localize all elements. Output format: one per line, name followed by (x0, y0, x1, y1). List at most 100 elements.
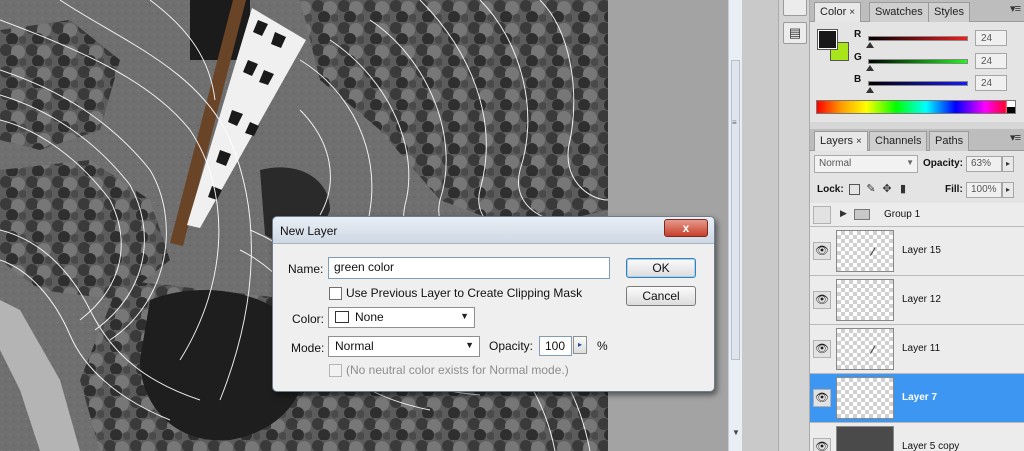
panel-menu-icon[interactable]: ▾≡ (1010, 131, 1021, 144)
opacity-unit: % (597, 339, 608, 353)
layer-opacity-field[interactable]: 63% (966, 156, 1002, 172)
clipping-mask-checkbox[interactable] (329, 287, 342, 300)
layer-row-selected[interactable]: 👁 Layer 7 (810, 374, 1024, 423)
right-panels: Color × Swatches Styles ▾≡ R 24 G 24 B 24 (810, 0, 1024, 451)
color-label: Color: (292, 312, 325, 326)
panel-icon-dock: ▤ (778, 0, 810, 451)
color-panel: R 24 G 24 B 24 (810, 22, 1024, 122)
eye-icon[interactable]: 👁 (813, 389, 831, 407)
layer-row[interactable]: 👁 Layer 5 copy (810, 423, 1024, 451)
red-value-field[interactable]: 24 (975, 30, 1007, 46)
visibility-toggle[interactable] (813, 206, 831, 224)
layer-group-row[interactable]: ▶ Group 1 (810, 203, 1024, 227)
scroll-down-arrow-icon[interactable]: ▼ (732, 428, 740, 437)
red-slider-row: R 24 (854, 29, 1024, 49)
black-swatch[interactable] (1007, 107, 1015, 113)
layer-name-input[interactable]: green color (328, 257, 610, 279)
eye-icon[interactable]: 👁 (813, 438, 831, 451)
blend-mode-select[interactable]: Normal ▼ (814, 155, 918, 173)
cancel-button[interactable]: Cancel (626, 286, 696, 306)
layer-name: Layer 11 (902, 343, 941, 354)
vertical-scrollbar[interactable]: ≡ ▼ (728, 0, 742, 451)
stroke-mark-icon: / (869, 342, 877, 358)
chevron-down-icon: ▼ (465, 340, 474, 350)
tab-styles[interactable]: Styles (928, 2, 970, 22)
group-name: Group 1 (884, 209, 921, 220)
mode-label: Mode: (291, 341, 325, 355)
color-spectrum-bar[interactable] (816, 100, 1016, 114)
dialog-title: New Layer (280, 224, 338, 238)
dock-tool-icon[interactable] (783, 0, 807, 16)
red-slider-knob[interactable] (866, 42, 874, 48)
red-label: R (854, 29, 862, 40)
eye-icon[interactable]: 👁 (813, 242, 831, 260)
color-chip-icon (335, 311, 349, 323)
layer-thumbnail (836, 279, 894, 321)
neutral-color-checkbox[interactable] (329, 364, 342, 377)
close-icon[interactable]: × (849, 7, 855, 18)
green-slider-track[interactable] (868, 59, 968, 64)
layer-row[interactable]: 👁 / Layer 15 (810, 227, 1024, 276)
stroke-mark-icon: / (869, 244, 877, 260)
fill-field[interactable]: 100% (966, 182, 1002, 198)
layer-name: Layer 7 (902, 392, 938, 403)
folder-icon (854, 209, 870, 220)
layer-row[interactable]: 👁 / Layer 11 (810, 325, 1024, 374)
tab-layers[interactable]: Layers × (814, 131, 868, 151)
color-panel-tabs: Color × Swatches Styles ▾≡ (810, 0, 1024, 22)
layer-name: Layer 12 (902, 294, 941, 305)
lock-label: Lock: (817, 184, 844, 195)
new-layer-dialog: New Layer x Name: green color OK Cancel … (272, 216, 715, 392)
name-label: Name: (288, 262, 324, 276)
dialog-title-bar[interactable]: New Layer x (273, 217, 714, 244)
color-select[interactable]: None ▼ (328, 307, 475, 328)
clipping-mask-label: Use Previous Layer to Create Clipping Ma… (346, 286, 583, 300)
layer-thumbnail (836, 426, 894, 451)
tab-color-label: Color (820, 6, 847, 18)
blue-slider-track[interactable] (868, 81, 968, 86)
green-slider-knob[interactable] (866, 65, 874, 71)
opacity-arrow-icon[interactable]: ▸ (573, 336, 587, 354)
tab-color[interactable]: Color × (814, 2, 862, 22)
dialog-close-button[interactable]: x (664, 219, 708, 237)
layer-name: Layer 15 (902, 245, 941, 256)
green-label: G (854, 52, 862, 63)
expand-arrow-icon[interactable]: ▶ (840, 208, 847, 219)
blue-value-field[interactable]: 24 (975, 75, 1007, 91)
dialog-opacity-input[interactable]: 100 (539, 336, 572, 356)
blend-mode-value: Normal (819, 158, 852, 169)
green-slider-row: G 24 (854, 52, 1024, 72)
layer-opacity-arrow-icon[interactable]: ▸ (1002, 156, 1014, 172)
panel-menu-icon[interactable]: ▾≡ (1010, 2, 1021, 15)
blue-slider-row: B 24 (854, 74, 1024, 94)
layer-thumbnail (836, 377, 894, 419)
eye-icon[interactable]: 👁 (813, 291, 831, 309)
layers-panel-tabs: Layers × Channels Paths ▾≡ (810, 129, 1024, 151)
lock-paint-brush-icon[interactable]: ✎ (864, 182, 878, 196)
layer-thumbnail: / (836, 328, 894, 370)
red-slider-track[interactable] (868, 36, 968, 41)
lock-all-icon[interactable]: ▮ (896, 182, 910, 196)
blue-label: B (854, 74, 862, 85)
foreground-color-swatch[interactable] (817, 29, 838, 50)
close-icon[interactable]: × (856, 136, 862, 147)
color-select-value: None (355, 310, 384, 324)
tab-swatches[interactable]: Swatches (869, 2, 929, 22)
green-value-field[interactable]: 24 (975, 53, 1007, 69)
eye-icon[interactable]: 👁 (813, 340, 831, 358)
layers-options: Normal ▼ Opacity: 63% ▸ Lock: ✎ ✥ ▮ Fill… (810, 151, 1024, 203)
fill-arrow-icon[interactable]: ▸ (1002, 182, 1014, 198)
mode-select[interactable]: Normal ▼ (328, 336, 480, 357)
notes-panel-icon[interactable]: ▤ (783, 22, 807, 44)
scrollbar-thumb[interactable] (731, 60, 740, 360)
tab-paths[interactable]: Paths (929, 131, 970, 151)
tab-channels[interactable]: Channels (869, 131, 928, 151)
chevron-down-icon: ▼ (460, 311, 469, 321)
lock-move-icon[interactable]: ✥ (880, 182, 894, 196)
blue-slider-knob[interactable] (866, 87, 874, 93)
ok-button[interactable]: OK (626, 258, 696, 278)
lock-transparent-icon[interactable] (849, 184, 860, 195)
layer-list: ▶ Group 1 👁 / Layer 15 👁 Layer 12 👁 / La… (810, 203, 1024, 451)
layer-name: Layer 5 copy (902, 441, 960, 451)
layer-row[interactable]: 👁 Layer 12 (810, 276, 1024, 325)
